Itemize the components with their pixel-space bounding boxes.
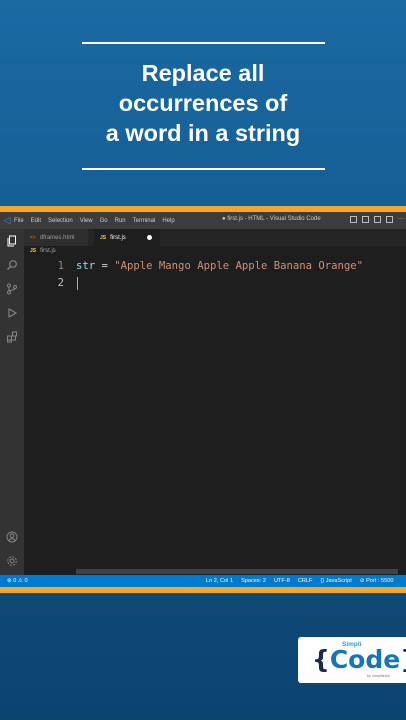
html-file-icon: <> (30, 234, 36, 241)
js-file-icon: JS (30, 248, 37, 254)
breadcrumb-label: first.js (40, 248, 56, 254)
code-line[interactable]: 2 (24, 275, 406, 292)
encoding[interactable]: UTF-8 (274, 578, 290, 584)
menu-go[interactable]: Go (100, 218, 108, 224)
menu-terminal[interactable]: Terminal (133, 218, 156, 224)
horizontal-scrollbar[interactable] (76, 569, 398, 574)
search-icon[interactable] (6, 259, 18, 271)
title-bottom-rule (82, 168, 325, 170)
tab-label: first.js (110, 234, 126, 241)
activity-bar (0, 229, 24, 575)
js-file-icon: JS (100, 234, 107, 241)
cursor-position[interactable]: Ln 2, Col 1 (206, 578, 233, 584)
more-icon[interactable]: ··· (398, 216, 404, 223)
menu-help[interactable]: Help (162, 218, 174, 224)
run-debug-icon[interactable] (6, 307, 18, 319)
line-number: 1 (57, 260, 64, 272)
menu-file[interactable]: File (14, 218, 24, 224)
toggle-secondary-sidebar-icon[interactable] (374, 216, 381, 223)
tab-dframes-html[interactable]: <> dframes.html (24, 229, 88, 246)
variable-token: str (76, 260, 96, 272)
string-token: "Apple Mango Apple Apple Banana Orange" (114, 260, 364, 272)
text-cursor (77, 276, 78, 290)
settings-gear-icon[interactable] (6, 555, 18, 567)
title-top-rule (82, 42, 325, 44)
title-line-3: a word in a string (105, 120, 301, 146)
indentation[interactable]: Spaces: 2 (241, 578, 266, 584)
line-ending[interactable]: CRLF (298, 578, 313, 584)
status-bar: ⊗ 0 ⚠ 0 Ln 2, Col 1 Spaces: 2 UTF-8 CRLF… (0, 575, 406, 587)
code-editor[interactable]: 1 str = "Apple Mango Apple Apple Banana … (24, 258, 406, 575)
code-text[interactable] (76, 275, 78, 292)
editor-tab-bar: <> dframes.html JS first.js (24, 229, 406, 246)
simplicode-logo: Simpli {Code} by simplilearn (298, 637, 406, 683)
files-icon[interactable] (6, 235, 18, 247)
logo-by-text: by simplilearn (367, 674, 391, 678)
unsaved-dot-icon[interactable] (147, 235, 152, 240)
status-bar-right: Ln 2, Col 1 Spaces: 2 UTF-8 CRLF {} Java… (206, 578, 393, 584)
toggle-sidebar-icon[interactable] (350, 216, 357, 223)
accent-bar-bottom (0, 587, 406, 593)
menu-selection[interactable]: Selection (48, 218, 73, 224)
title-line-1: Replace all (141, 60, 265, 86)
logo-code-word: Code (329, 645, 401, 674)
title-bar: ◁ File Edit Selection View Go Run Termin… (0, 212, 406, 229)
logo-close-brace: } (400, 645, 406, 674)
extensions-icon[interactable] (6, 331, 18, 343)
toggle-panel-icon[interactable] (362, 216, 369, 223)
customize-layout-icon[interactable] (386, 216, 393, 223)
operator-token: = (95, 260, 115, 272)
menu-view[interactable]: View (80, 218, 93, 224)
problems-indicator[interactable]: ⊗ 0 ⚠ 0 (7, 578, 28, 584)
logo-open-brace: { (312, 645, 330, 674)
menu-run[interactable]: Run (115, 218, 126, 224)
code-text[interactable]: str = "Apple Mango Apple Apple Banana Or… (76, 258, 363, 275)
account-icon[interactable] (6, 531, 18, 543)
line-number: 2 (57, 277, 64, 289)
vscode-logo-icon: ◁ (3, 215, 11, 225)
slide-title: Replace all occurrences of a word in a s… (0, 58, 406, 148)
window-title: ● first.js - HTML - Visual Studio Code (222, 216, 321, 222)
tab-label: dframes.html (39, 234, 75, 241)
breadcrumb[interactable]: JS first.js (30, 248, 56, 254)
language-mode[interactable]: {} JavaScript (320, 578, 351, 584)
source-control-icon[interactable] (6, 283, 18, 295)
code-line[interactable]: 1 str = "Apple Mango Apple Apple Banana … (24, 258, 406, 275)
menu-edit[interactable]: Edit (31, 218, 41, 224)
tab-first-js[interactable]: JS first.js (94, 229, 160, 246)
live-server-port[interactable]: ⊘ Port : 5500 (360, 578, 394, 584)
logo-code-text: {Code} (312, 646, 406, 674)
layout-controls: ··· (350, 216, 404, 223)
vscode-window: ◁ File Edit Selection View Go Run Termin… (0, 212, 406, 587)
title-line-2: occurrences of (118, 90, 288, 116)
